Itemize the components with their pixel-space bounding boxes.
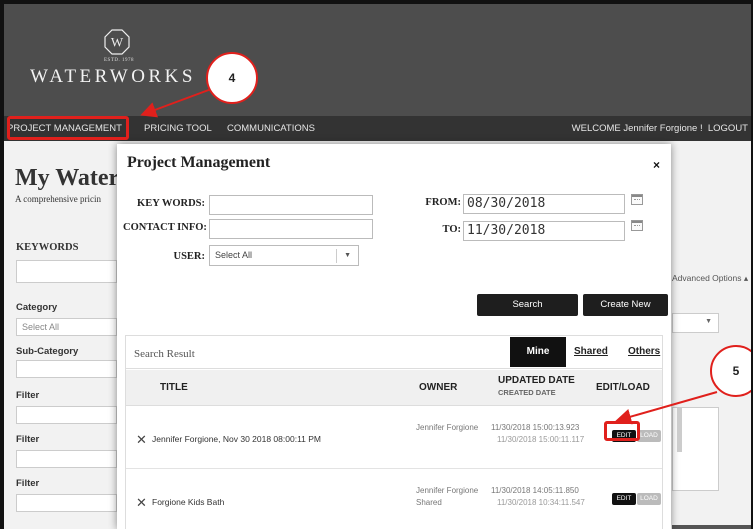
- welcome-user-name: Jennifer Forgione !: [623, 123, 703, 134]
- filter-label-1: Filter: [16, 390, 40, 401]
- results-label: Search Result: [134, 348, 195, 360]
- from-date-field[interactable]: 08/30/2018: [463, 194, 625, 214]
- create-new-button[interactable]: Create New: [583, 294, 668, 316]
- welcome-prefix: WELCOME: [571, 123, 624, 134]
- row-updated-date: 11/30/2018 14:05:11.850: [491, 486, 579, 495]
- load-button[interactable]: LOAD: [637, 430, 661, 442]
- category-select[interactable]: Select All: [16, 318, 117, 336]
- row-shared-badge: Shared: [416, 498, 442, 507]
- results-header: Search Result Mine Shared Others: [126, 336, 662, 369]
- row-created-date: 11/30/2018 15:00:11.117: [497, 435, 585, 444]
- logo-emblem-icon: W: [104, 29, 130, 55]
- keywords-input[interactable]: [16, 260, 117, 283]
- filter-select-3[interactable]: [16, 494, 117, 512]
- col-title[interactable]: TITLE: [160, 382, 188, 393]
- advanced-options-toggle[interactable]: Advanced Options ▴: [672, 273, 748, 284]
- tab-shared[interactable]: Shared: [574, 346, 608, 357]
- category-select-value: Select All: [22, 322, 60, 332]
- col-updated-date[interactable]: UPDATED DATE: [498, 375, 575, 386]
- table-row: ✕ Jennifer Forgione, Nov 30 2018 08:00:1…: [126, 407, 662, 469]
- project-management-modal: Project Management × KEY WORDS: CONTACT …: [117, 144, 682, 529]
- tab-others[interactable]: Others: [628, 346, 660, 357]
- site-header: W ESTD. 1978 WATERWORKS: [4, 4, 751, 116]
- row-created-date: 11/30/2018 10:34:11.547: [497, 498, 585, 507]
- highlight-project-management: [7, 116, 129, 140]
- delete-icon[interactable]: ✕: [136, 432, 147, 448]
- chevron-down-icon: ▼: [344, 252, 351, 259]
- subcategory-select[interactable]: [16, 360, 117, 378]
- chevron-down-icon: ▼: [705, 318, 712, 325]
- right-select[interactable]: ▼: [672, 313, 719, 333]
- to-label: TO:: [442, 224, 461, 235]
- calendar-icon[interactable]: [631, 220, 643, 231]
- category-label: Category: [16, 302, 58, 313]
- to-date-field[interactable]: 11/30/2018: [463, 221, 625, 241]
- page-subtitle: A comprehensive pricin: [15, 194, 101, 204]
- search-button[interactable]: Search: [477, 294, 578, 316]
- app-window: W ESTD. 1978 WATERWORKS PROJECT MANAGEME…: [4, 4, 751, 529]
- user-label: USER:: [173, 251, 205, 262]
- load-button[interactable]: LOAD: [637, 493, 661, 505]
- step-4-callout: 4: [206, 52, 258, 104]
- logout-link[interactable]: LOGOUT: [708, 123, 748, 134]
- row-updated-date: 11/30/2018 15:00:13.923: [491, 423, 580, 432]
- scrollbar[interactable]: [677, 408, 682, 452]
- subcategory-label: Sub-Category: [16, 346, 79, 357]
- row-title[interactable]: Jennifer Forgione, Nov 30 2018 08:00:11 …: [152, 434, 321, 444]
- contact-info-field[interactable]: [209, 219, 373, 239]
- search-results: Search Result Mine Shared Others TITLE O…: [125, 335, 663, 529]
- logo-estd: ESTD. 1978: [104, 58, 134, 63]
- filter-label-2: Filter: [16, 434, 40, 445]
- tab-mine[interactable]: Mine: [510, 337, 566, 367]
- select-divider: [336, 249, 337, 263]
- page-title: My Water: [15, 165, 120, 191]
- delete-icon[interactable]: ✕: [136, 495, 147, 511]
- modal-title: Project Management: [127, 154, 271, 171]
- user-select[interactable]: Select All ▼: [209, 245, 359, 266]
- row-title[interactable]: Forgione Kids Bath: [152, 497, 224, 507]
- user-select-value: Select All: [215, 250, 253, 260]
- filter-select-2[interactable]: [16, 450, 117, 468]
- table-header: TITLE OWNER UPDATED DATE CREATED DATE ED…: [126, 370, 662, 406]
- highlight-edit-button: [604, 421, 640, 441]
- col-edit-load: EDIT/LOAD: [596, 382, 650, 393]
- contact-info-label: CONTACT INFO:: [123, 222, 207, 233]
- from-label: FROM:: [425, 197, 461, 208]
- edit-button[interactable]: EDIT: [612, 493, 636, 505]
- bottom-bar: [672, 525, 751, 529]
- filter-label-3: Filter: [16, 478, 40, 489]
- table-row: ✕ Forgione Kids Bath Jennifer Forgione S…: [126, 470, 662, 529]
- col-owner[interactable]: OWNER: [419, 382, 457, 393]
- keywords-field[interactable]: [209, 195, 373, 215]
- close-icon[interactable]: ×: [653, 158, 660, 172]
- svg-text:W: W: [111, 35, 124, 50]
- filter-select-1[interactable]: [16, 406, 117, 424]
- row-owner: Jennifer Forgione: [416, 423, 479, 432]
- calendar-icon[interactable]: [631, 194, 643, 205]
- nav-communications[interactable]: COMMUNICATIONS: [227, 123, 315, 134]
- nav-pricing-tool[interactable]: PRICING TOOL: [144, 123, 212, 134]
- row-owner: Jennifer Forgione: [416, 486, 479, 495]
- keywords-heading: KEYWORDS: [16, 242, 79, 253]
- welcome-area: WELCOME Jennifer Forgione ! LOGOUT: [572, 123, 748, 134]
- col-created-date[interactable]: CREATED DATE: [498, 388, 556, 397]
- keywords-field-label: KEY WORDS:: [137, 198, 205, 209]
- logo-wordmark[interactable]: WATERWORKS: [30, 66, 196, 88]
